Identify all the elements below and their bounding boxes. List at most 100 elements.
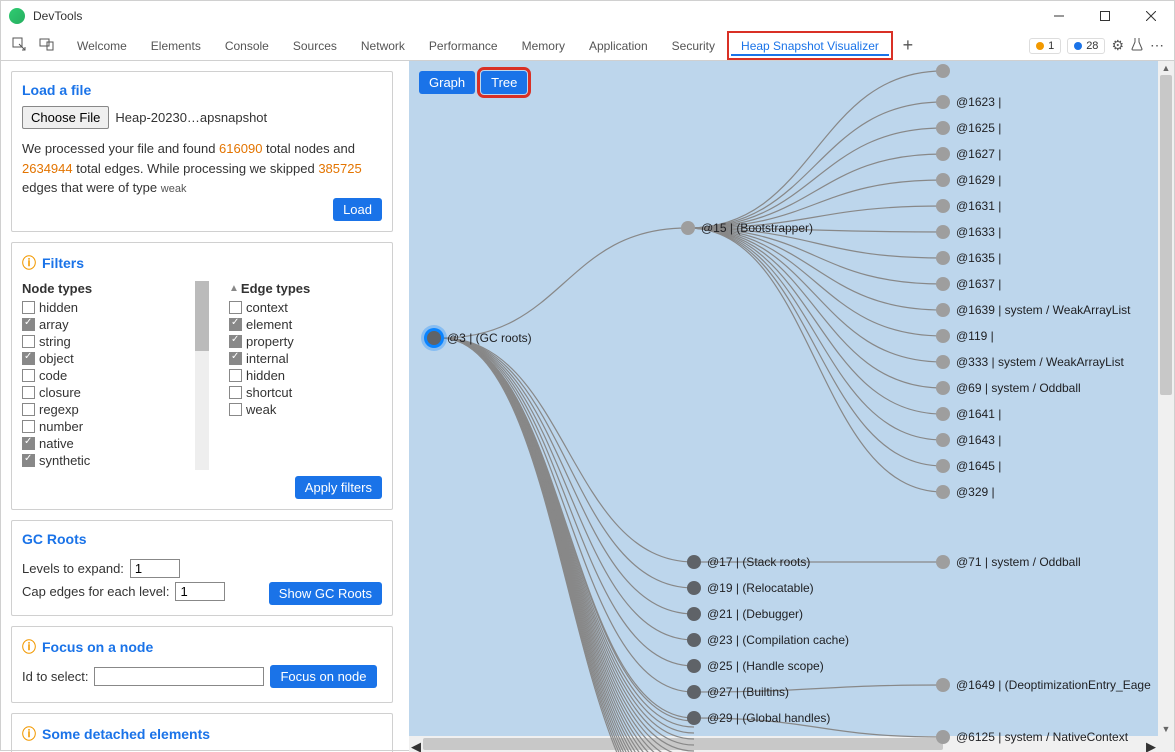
edge-type-weak[interactable]: weak xyxy=(229,402,382,417)
choose-file-button[interactable]: Choose File xyxy=(22,106,109,129)
checkbox-icon[interactable] xyxy=(229,369,242,382)
levels-label: Levels to expand: xyxy=(22,561,124,576)
checkbox-icon[interactable] xyxy=(229,352,242,365)
graph-node[interactable]: @1645 | xyxy=(936,459,1001,473)
graph-node[interactable]: @1625 | xyxy=(936,121,1001,135)
focus-node-button[interactable]: Focus on node xyxy=(270,665,376,688)
checkbox-icon[interactable] xyxy=(22,318,35,331)
node-type-string[interactable]: string xyxy=(22,334,175,349)
levels-input[interactable] xyxy=(130,559,180,578)
tab-console[interactable]: Console xyxy=(213,31,281,60)
filter-scrollbar[interactable] xyxy=(195,281,209,470)
graph-node[interactable]: @15 | (Bootstrapper) xyxy=(681,221,813,235)
tab-application[interactable]: Application xyxy=(577,31,660,60)
tab-performance[interactable]: Performance xyxy=(417,31,510,60)
device-toggle-icon[interactable] xyxy=(39,36,55,55)
graph-node[interactable]: @69 | system / Oddball xyxy=(936,381,1081,395)
settings-icon[interactable]: ⚙ xyxy=(1111,37,1124,54)
cap-input[interactable] xyxy=(175,582,225,601)
edge-type-shortcut[interactable]: shortcut xyxy=(229,385,382,400)
graph-node[interactable]: @17 | (Stack roots) xyxy=(687,555,810,569)
apply-filters-button[interactable]: Apply filters xyxy=(295,476,382,499)
checkbox-icon[interactable] xyxy=(229,301,242,314)
tree-view-button[interactable]: Tree xyxy=(481,71,527,94)
edge-type-hidden[interactable]: hidden xyxy=(229,368,382,383)
node-type-array[interactable]: array xyxy=(22,317,175,332)
inspect-icon[interactable] xyxy=(11,36,27,55)
graph-node[interactable]: @6125 | system / NativeContext xyxy=(936,730,1128,744)
graph-node[interactable]: @1643 | xyxy=(936,433,1001,447)
checkbox-icon[interactable] xyxy=(22,386,35,399)
more-icon[interactable]: ⋯ xyxy=(1150,37,1164,54)
node-type-object[interactable]: object xyxy=(22,351,175,366)
graph-view-button[interactable]: Graph xyxy=(419,71,475,94)
checkbox-icon[interactable] xyxy=(229,386,242,399)
graph-node[interactable]: @1635 | xyxy=(936,251,1001,265)
graph-node-root[interactable]: @3 | (GC roots) xyxy=(427,331,532,345)
graph-node[interactable]: @1633 | xyxy=(936,225,1001,239)
graph-node[interactable]: @71 | system / Oddball xyxy=(936,555,1081,569)
checkbox-icon[interactable] xyxy=(22,454,35,467)
load-file-panel: Load a file Choose File Heap-20230…apsna… xyxy=(11,71,393,232)
graph-node[interactable]: @119 | xyxy=(936,329,994,343)
add-tab-button[interactable]: + xyxy=(893,31,923,60)
graph-canvas[interactable]: Graph Tree @3 | (GC roots) @15 | (Bootst… xyxy=(409,61,1174,752)
graph-node[interactable]: @1637 | xyxy=(936,277,1001,291)
close-button[interactable] xyxy=(1128,1,1174,31)
filters-title: Filters xyxy=(22,253,382,273)
checkbox-icon[interactable] xyxy=(22,301,35,314)
checkbox-icon[interactable] xyxy=(22,352,35,365)
graph-node[interactable]: @1623 | xyxy=(936,95,1001,109)
tab-elements[interactable]: Elements xyxy=(139,31,213,60)
tab-sources[interactable]: Sources xyxy=(281,31,349,60)
graph-node[interactable]: @25 | (Handle scope) xyxy=(687,659,824,673)
edge-type-element[interactable]: element xyxy=(229,317,382,332)
titlebar: DevTools xyxy=(1,1,1174,31)
graph-node[interactable]: @1639 | system / WeakArrayList xyxy=(936,303,1130,317)
node-type-hidden[interactable]: hidden xyxy=(22,300,175,315)
show-gc-roots-button[interactable]: Show GC Roots xyxy=(269,582,382,605)
checkbox-icon[interactable] xyxy=(22,420,35,433)
checkbox-icon[interactable] xyxy=(22,403,35,416)
warnings-badge[interactable]: 1 xyxy=(1029,38,1061,54)
id-select-input[interactable] xyxy=(94,667,264,686)
edge-type-context[interactable]: context xyxy=(229,300,382,315)
node-type-code[interactable]: code xyxy=(22,368,175,383)
graph-node[interactable]: @333 | system / WeakArrayList xyxy=(936,355,1124,369)
graph-node[interactable]: @1649 | (DeoptimizationEntry_Eage xyxy=(936,678,1151,692)
tab-memory[interactable]: Memory xyxy=(510,31,577,60)
tab-heap-snapshot-visualizer[interactable]: Heap Snapshot Visualizer xyxy=(727,31,893,60)
node-type-native[interactable]: native xyxy=(22,436,175,451)
graph-node[interactable]: @1631 | xyxy=(936,199,1001,213)
graph-node[interactable]: @1641 | xyxy=(936,407,1001,421)
checkbox-icon[interactable] xyxy=(229,403,242,416)
node-type-closure[interactable]: closure xyxy=(22,385,175,400)
node-type-regexp[interactable]: regexp xyxy=(22,402,175,417)
checkbox-icon[interactable] xyxy=(22,335,35,348)
tab-welcome[interactable]: Welcome xyxy=(65,31,139,60)
tab-network[interactable]: Network xyxy=(349,31,417,60)
graph-node[interactable]: @23 | (Compilation cache) xyxy=(687,633,849,647)
graph-node[interactable]: @29 | (Global handles) xyxy=(687,711,830,725)
minimize-button[interactable] xyxy=(1036,1,1082,31)
checkbox-icon[interactable] xyxy=(22,437,35,450)
graph-node[interactable] xyxy=(936,64,950,78)
checkbox-icon[interactable] xyxy=(22,369,35,382)
node-type-synthetic[interactable]: synthetic xyxy=(22,453,175,468)
graph-node[interactable]: @21 | (Debugger) xyxy=(687,607,803,621)
graph-node[interactable]: @329 | xyxy=(936,485,995,499)
graph-node[interactable]: @1629 | xyxy=(936,173,1001,187)
checkbox-icon[interactable] xyxy=(229,318,242,331)
graph-node[interactable]: @27 | (Builtins) xyxy=(687,685,789,699)
tab-security[interactable]: Security xyxy=(660,31,727,60)
graph-node[interactable]: @19 | (Relocatable) xyxy=(687,581,814,595)
checkbox-icon[interactable] xyxy=(229,335,242,348)
graph-node[interactable]: @1627 | xyxy=(936,147,1001,161)
maximize-button[interactable] xyxy=(1082,1,1128,31)
node-type-number[interactable]: number xyxy=(22,419,175,434)
edge-type-internal[interactable]: internal xyxy=(229,351,382,366)
experiments-icon[interactable] xyxy=(1130,37,1144,54)
edge-type-property[interactable]: property xyxy=(229,334,382,349)
info-badge[interactable]: 28 xyxy=(1067,38,1105,54)
load-button[interactable]: Load xyxy=(333,198,382,221)
